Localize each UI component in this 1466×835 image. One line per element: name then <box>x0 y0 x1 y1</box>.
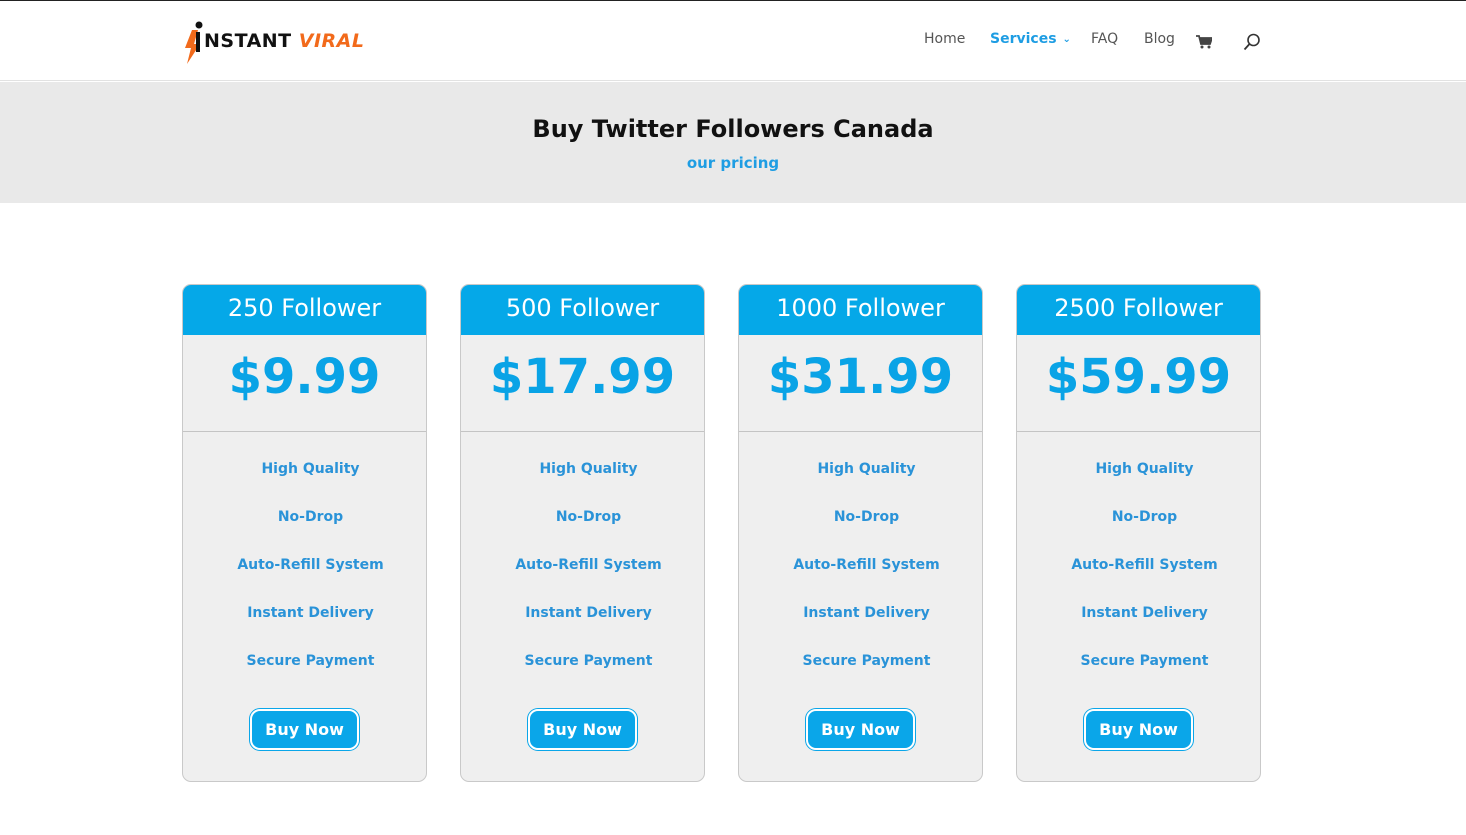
feature-item: No-Drop <box>277 509 344 525</box>
plan-name: 250 Follower <box>183 285 426 335</box>
feature-item: Secure Payment <box>524 653 653 669</box>
plan-price: $59.99 <box>1017 335 1260 432</box>
feature-list: High Quality No-Drop Auto-Refill System … <box>461 432 704 701</box>
feature-list: High Quality No-Drop Auto-Refill System … <box>1017 432 1260 701</box>
feature-item: Auto-Refill System <box>793 557 940 573</box>
plan-price: $9.99 <box>183 335 426 432</box>
pricing-card-250: 250 Follower $9.99 High Quality No-Drop … <box>182 284 427 782</box>
buy-now-button[interactable]: Buy Now <box>528 709 637 750</box>
feature-item: Secure Payment <box>1080 653 1209 669</box>
feature-item: Auto-Refill System <box>237 557 384 573</box>
nav-faq[interactable]: FAQ <box>1091 31 1118 47</box>
page-title: Buy Twitter Followers Canada <box>532 115 934 143</box>
nav-blog[interactable]: Blog <box>1144 31 1175 47</box>
search-icon[interactable] <box>1243 33 1261 51</box>
buy-now-button[interactable]: Buy Now <box>250 709 359 750</box>
pricing-card-1000: 1000 Follower $31.99 High Quality No-Dro… <box>738 284 983 782</box>
plan-price: $31.99 <box>739 335 982 432</box>
feature-item: No-Drop <box>1111 509 1178 525</box>
shopping-cart-icon[interactable] <box>1196 35 1212 49</box>
page-subtitle: our pricing <box>686 154 780 172</box>
plan-name: 500 Follower <box>461 285 704 335</box>
feature-item: No-Drop <box>833 509 900 525</box>
feature-item: Auto-Refill System <box>1071 557 1218 573</box>
buy-now-button[interactable]: Buy Now <box>806 709 915 750</box>
feature-item: Instant Delivery <box>803 605 930 621</box>
nav-services-label: Services <box>990 31 1057 47</box>
nav-home[interactable]: Home <box>924 31 965 47</box>
feature-item: Instant Delivery <box>525 605 652 621</box>
feature-item: Secure Payment <box>246 653 375 669</box>
feature-item: High Quality <box>261 461 360 477</box>
feature-item: No-Drop <box>555 509 622 525</box>
feature-list: High Quality No-Drop Auto-Refill System … <box>183 432 426 701</box>
feature-item: High Quality <box>1095 461 1194 477</box>
plan-name: 1000 Follower <box>739 285 982 335</box>
feature-item: High Quality <box>817 461 916 477</box>
feature-item: Secure Payment <box>802 653 931 669</box>
site-header: NSTANT VIRAL Home Services ⌄ FAQ Blog <box>0 1 1466 81</box>
page-banner: Buy Twitter Followers Canada our pricing <box>0 82 1466 203</box>
feature-item: Auto-Refill System <box>515 557 662 573</box>
feature-item: Instant Delivery <box>247 605 374 621</box>
feature-item: Instant Delivery <box>1081 605 1208 621</box>
chevron-down-icon: ⌄ <box>1062 34 1071 45</box>
feature-list: High Quality No-Drop Auto-Refill System … <box>739 432 982 701</box>
plan-name: 2500 Follower <box>1017 285 1260 335</box>
pricing-card-2500: 2500 Follower $59.99 High Quality No-Dro… <box>1016 284 1261 782</box>
feature-item: High Quality <box>539 461 638 477</box>
nav-services[interactable]: Services ⌄ <box>990 31 1071 47</box>
pricing-card-500: 500 Follower $17.99 High Quality No-Drop… <box>460 284 705 782</box>
plan-price: $17.99 <box>461 335 704 432</box>
buy-now-button[interactable]: Buy Now <box>1084 709 1193 750</box>
